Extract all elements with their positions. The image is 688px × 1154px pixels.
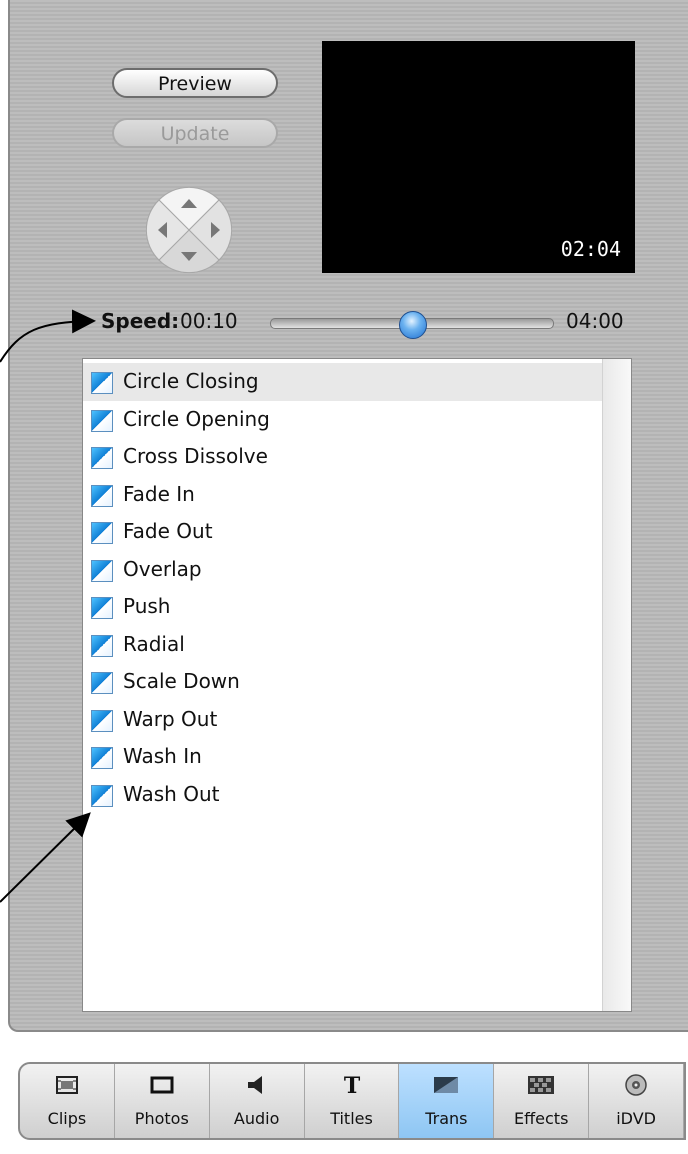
speed-max-value: 04:00	[566, 309, 624, 333]
list-item-label: Cross Dissolve	[123, 444, 268, 468]
tab-effects[interactable]: Effects	[494, 1064, 590, 1138]
list-item[interactable]: Fade Out	[83, 513, 603, 551]
tab-label: Effects	[514, 1109, 569, 1128]
list-item[interactable]: Warp Out	[83, 701, 603, 739]
transition-icon	[91, 784, 113, 807]
preview-button[interactable]: Preview	[112, 68, 278, 98]
list-item-label: Scale Down	[123, 669, 240, 693]
transitions-icon	[433, 1072, 459, 1098]
list-item-label: Overlap	[123, 556, 202, 581]
clips-icon	[54, 1072, 80, 1098]
list-item[interactable]: Overlap	[83, 551, 603, 589]
list-item-label: Warp Out	[123, 706, 218, 731]
transition-icon	[91, 447, 113, 469]
tab-label: Clips	[47, 1109, 87, 1128]
idvd-icon	[623, 1072, 649, 1098]
transition-icon	[91, 709, 113, 732]
pane-tabs: Clips Photos Audio T Titles Trans Effects iDVD	[20, 1064, 684, 1138]
tab-clips[interactable]: Clips	[20, 1064, 115, 1138]
tab-titles[interactable]: T Titles	[305, 1064, 400, 1138]
list-item-label: Circle Closing	[123, 369, 259, 393]
tab-audio[interactable]: Audio	[210, 1064, 305, 1138]
tab-idvd[interactable]: iDVD	[589, 1064, 684, 1138]
list-item[interactable]: Wash Out	[83, 776, 603, 814]
transitions-list-rows: Circle Closing Circle Opening Cross Dissol…	[83, 363, 603, 813]
transition-icon	[91, 409, 113, 432]
list-item[interactable]: Fade In	[83, 476, 603, 514]
list-item[interactable]: Push	[83, 588, 603, 626]
photos-icon	[149, 1072, 175, 1098]
list-item-label: Wash Out	[123, 781, 220, 806]
list-item-label: Wash In	[123, 744, 202, 768]
speed-slider[interactable]	[270, 311, 554, 339]
tab-label: Photos	[134, 1109, 189, 1128]
list-item[interactable]: Circle Closing	[83, 363, 603, 401]
tab-label: Trans	[425, 1109, 468, 1128]
scrollbar[interactable]	[602, 359, 631, 1011]
transition-icon	[91, 484, 113, 507]
tab-photos[interactable]: Photos	[115, 1064, 210, 1138]
list-item[interactable]: Wash In	[83, 738, 603, 776]
pane-tab-bar: Clips Photos Audio T Titles Trans Effects iDVD	[18, 1062, 686, 1140]
list-item-label: Fade In	[123, 481, 195, 506]
list-item-label: Radial	[123, 631, 185, 656]
transition-icon	[91, 522, 113, 544]
speed-slider-knob[interactable]	[399, 311, 427, 339]
svg-text:T: T	[343, 1073, 360, 1097]
transition-icon	[91, 597, 113, 619]
preview-monitor: 02:04	[322, 41, 635, 273]
speed-label: Speed:	[101, 309, 180, 333]
effects-icon	[528, 1072, 555, 1098]
list-item[interactable]: Circle Opening	[83, 401, 603, 439]
list-item[interactable]: Scale Down	[83, 663, 603, 701]
titles-icon: T	[339, 1072, 365, 1098]
list-item-label: Push	[123, 594, 171, 618]
transitions-list[interactable]: Circle Closing Circle Opening Cross Dissol…	[82, 358, 632, 1012]
audio-icon	[244, 1072, 270, 1098]
transition-icon	[91, 559, 113, 582]
transition-icon	[91, 634, 113, 657]
list-item-label: Fade Out	[123, 519, 213, 543]
transition-icon	[91, 747, 113, 769]
tab-label: Titles	[330, 1109, 373, 1128]
list-item[interactable]: Radial	[83, 626, 603, 664]
speed-min-value: 00:10	[180, 309, 238, 333]
tab-trans[interactable]: Trans	[399, 1064, 495, 1138]
transition-icon	[91, 672, 113, 694]
list-item[interactable]: Cross Dissolve	[83, 438, 603, 476]
speed-control: Speed: 00:10 04:00	[0, 304, 688, 340]
list-item-label: Circle Opening	[123, 406, 270, 431]
tab-label: iDVD	[616, 1109, 656, 1128]
update-button[interactable]: Update	[112, 118, 278, 148]
direction-pad[interactable]	[145, 186, 233, 274]
timecode: 02:04	[560, 237, 621, 261]
transition-icon	[91, 372, 113, 394]
tab-label: Audio	[233, 1109, 280, 1128]
